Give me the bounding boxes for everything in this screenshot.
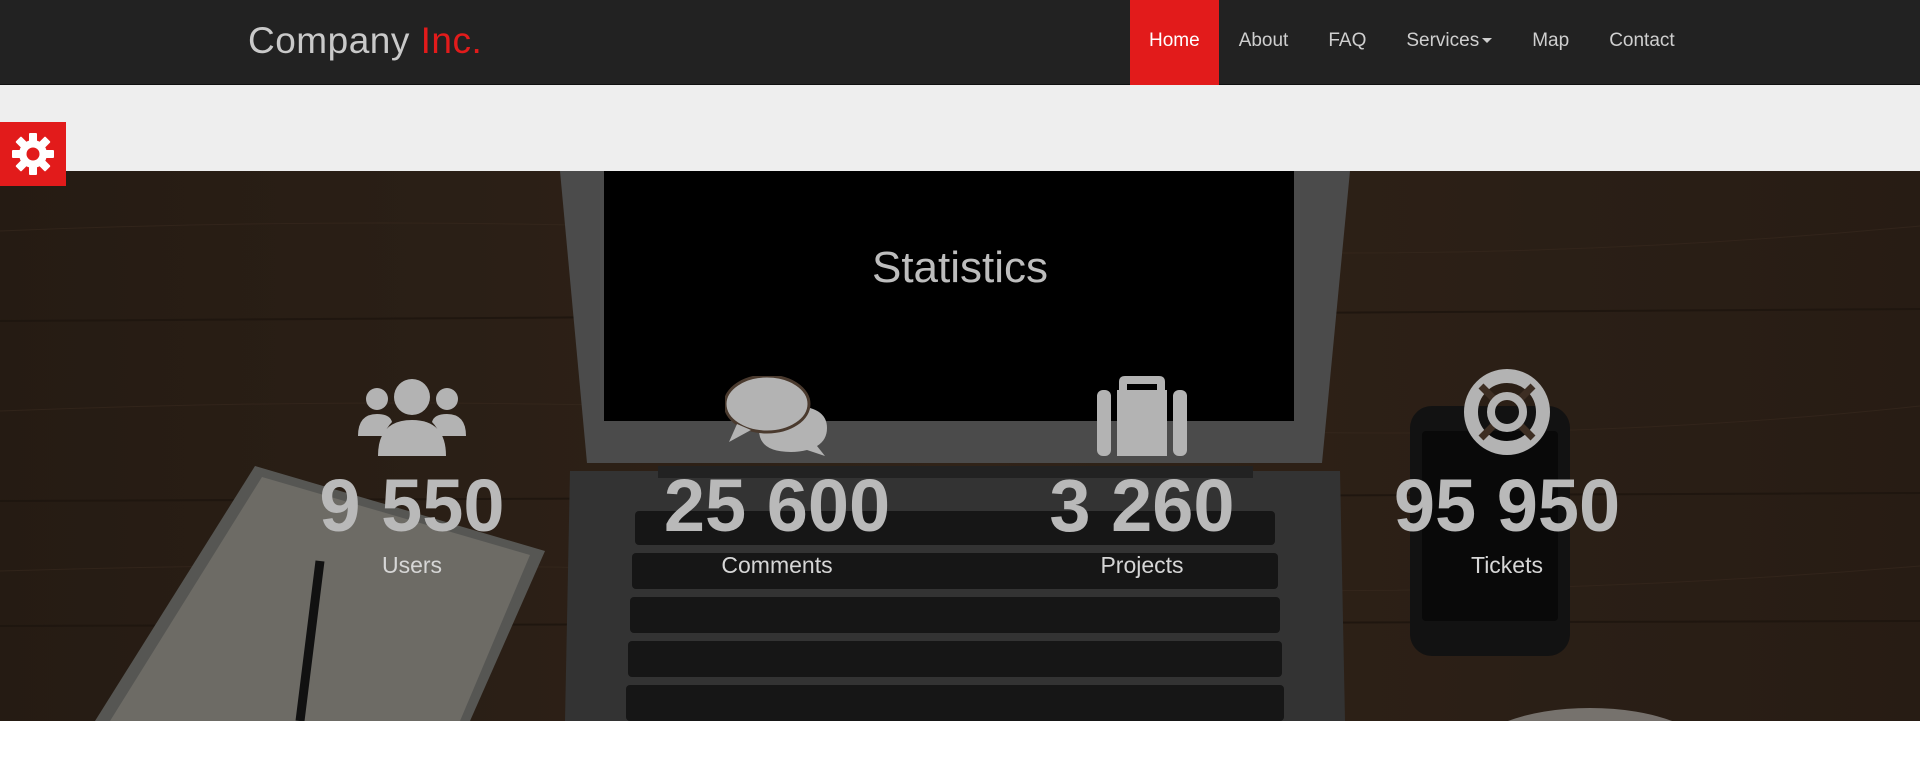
- stat-tickets: 95 950 Tickets: [1357, 366, 1657, 579]
- stat-projects-value: 3 260: [1049, 464, 1235, 547]
- stat-users: 9 550 Users: [262, 366, 562, 579]
- nav-item-services-label: Services: [1406, 30, 1480, 51]
- main-menu: Home About FAQ Services Map Contact: [1130, 0, 1695, 85]
- section-title: Statistics: [871, 243, 1049, 292]
- caret-down-icon: [1482, 38, 1493, 44]
- nav-item-faq[interactable]: FAQ: [1308, 0, 1386, 85]
- nav-item-map[interactable]: Map: [1512, 0, 1589, 85]
- life-ring-icon: [1464, 369, 1550, 455]
- stat-users-label: Users: [381, 552, 443, 578]
- users-icon: [358, 379, 466, 456]
- nav-item-home[interactable]: Home: [1130, 0, 1219, 85]
- page-header-band: [0, 85, 1920, 171]
- gear-icon: [12, 133, 54, 175]
- stat-projects-label: Projects: [1100, 552, 1184, 578]
- stat-users-value: 9 550: [319, 464, 505, 547]
- brand-suffix: Inc.: [420, 20, 483, 61]
- navbar: Company Inc. Home About FAQ Services Map…: [0, 0, 1920, 85]
- brand-name: Company: [248, 20, 410, 61]
- nav-item-services[interactable]: Services: [1386, 0, 1512, 85]
- briefcase-icon: [1097, 376, 1187, 456]
- settings-toggle-button[interactable]: [0, 122, 66, 186]
- stat-tickets-value: 95 950: [1393, 464, 1621, 547]
- stat-comments-value: 25 600: [663, 464, 891, 547]
- stat-comments-label: Comments: [721, 552, 833, 578]
- comments-icon: [725, 376, 827, 456]
- statistics-section: Statistics 9 550 Users 25 600 Comments 3…: [0, 171, 1920, 721]
- stat-projects: 3 260 Projects: [992, 366, 1292, 579]
- nav-item-about[interactable]: About: [1219, 0, 1309, 85]
- brand-logo[interactable]: Company Inc.: [248, 18, 482, 64]
- stat-comments: 25 600 Comments: [627, 366, 927, 579]
- nav-item-contact[interactable]: Contact: [1589, 0, 1694, 85]
- stat-tickets-label: Tickets: [1471, 552, 1543, 578]
